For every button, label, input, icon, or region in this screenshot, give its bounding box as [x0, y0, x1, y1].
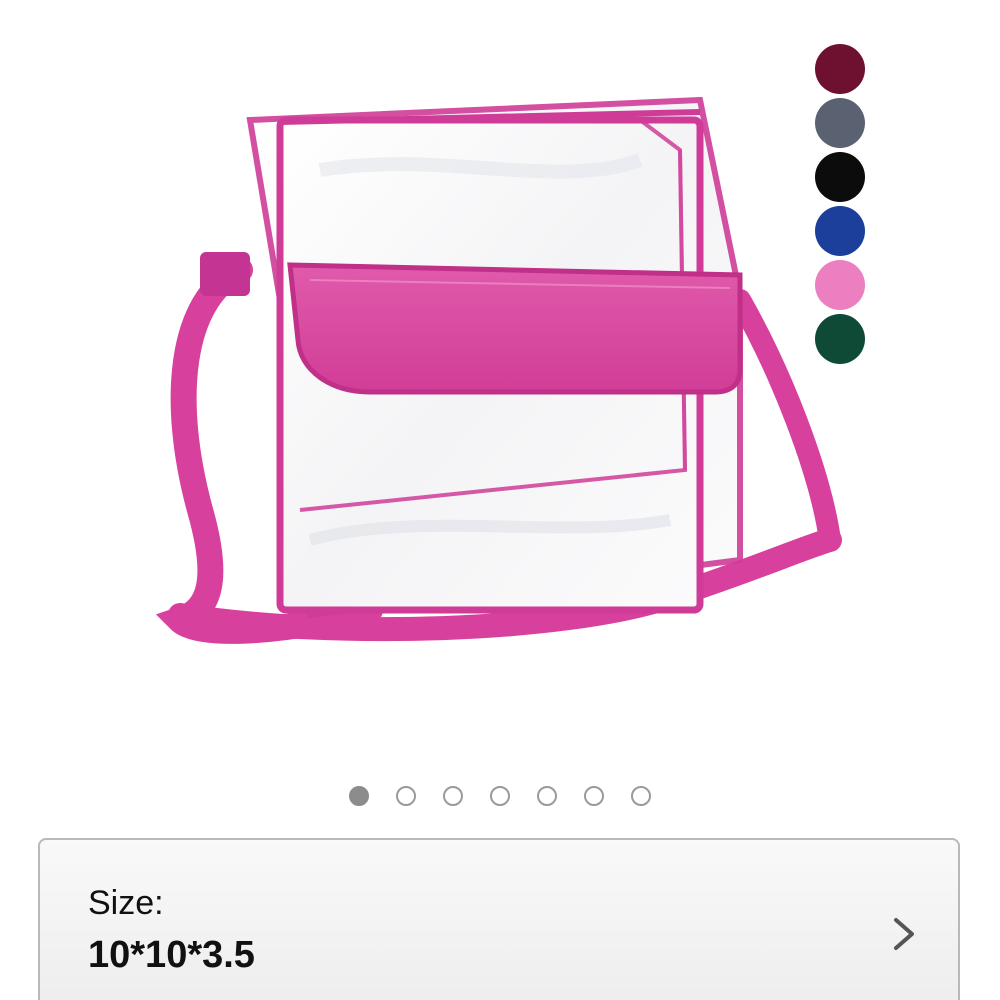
product-page: Size: 10*10*3.5 [0, 0, 1000, 1000]
carousel-dot[interactable] [349, 786, 369, 806]
carousel-dot[interactable] [584, 786, 604, 806]
carousel-dot[interactable] [490, 786, 510, 806]
carousel-dot[interactable] [537, 786, 557, 806]
image-carousel-indicator [0, 786, 1000, 806]
product-image[interactable] [140, 40, 870, 700]
size-value: 10*10*3.5 [88, 934, 255, 976]
swatch-black[interactable] [815, 152, 865, 202]
carousel-dot[interactable] [396, 786, 416, 806]
clear-pink-bag-image [155, 96, 842, 644]
chevron-right-icon [894, 918, 914, 950]
swatch-pink[interactable] [815, 260, 865, 310]
size-label: Size: [88, 884, 164, 922]
swatch-burgundy[interactable] [815, 44, 865, 94]
size-selector[interactable]: Size: 10*10*3.5 [38, 838, 960, 1000]
swatch-blue[interactable] [815, 206, 865, 256]
carousel-dot[interactable] [631, 786, 651, 806]
swatch-dark-green[interactable] [815, 314, 865, 364]
color-swatches [815, 44, 867, 368]
carousel-dot[interactable] [443, 786, 463, 806]
swatch-gray[interactable] [815, 98, 865, 148]
